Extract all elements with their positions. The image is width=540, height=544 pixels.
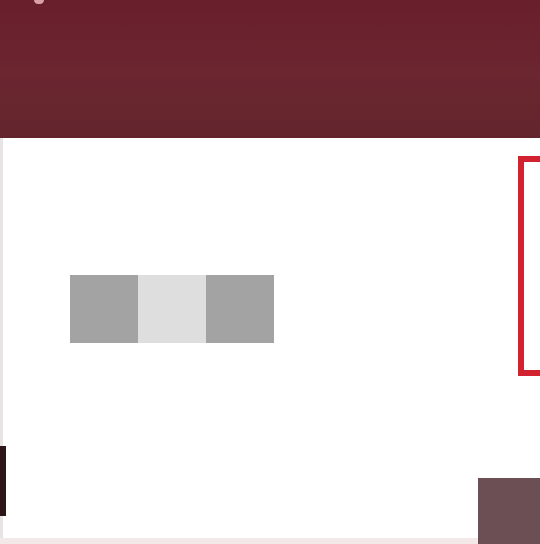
highlight-frame: [518, 156, 540, 376]
loading-square: [138, 275, 206, 343]
app-screen: [0, 0, 540, 544]
loading-square: [206, 275, 274, 343]
left-edge-dark-block: [0, 446, 6, 516]
loading-indicator: [70, 275, 274, 343]
corner-tile: [478, 478, 540, 544]
bottom-strip: [0, 538, 478, 544]
loading-square: [70, 275, 138, 343]
header-bar: [0, 0, 540, 138]
